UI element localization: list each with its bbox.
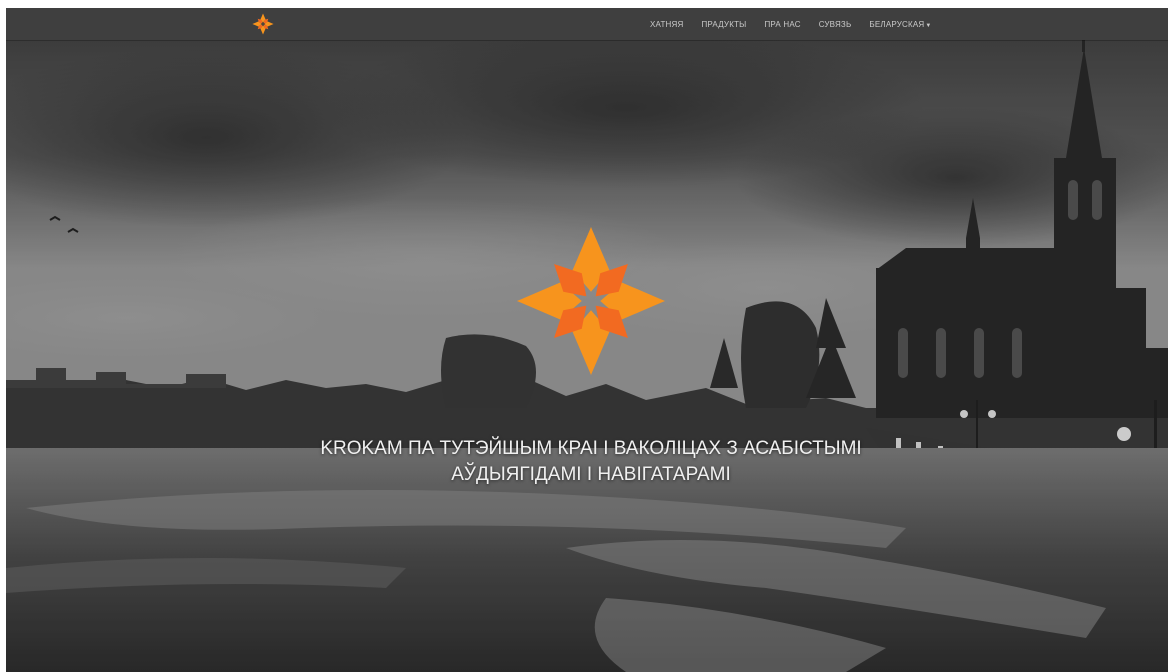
- nav-item-contact[interactable]: СУВЯЗЬ: [819, 20, 852, 29]
- tagline-line-1: KROKAM ПА ТУТЭЙШЫМ КРАІ І ВАКОЛІЦАХ З АС…: [320, 438, 862, 459]
- language-label: БЕЛАРУСКАЯ: [869, 19, 925, 29]
- hero-section: KROKAM ПА ТУТЭЙШЫМ КРАІ І ВАКОЛІЦАХ З АС…: [6, 8, 1168, 672]
- caret-down-icon: ▼: [925, 22, 932, 29]
- top-navbar: ХАТНЯЯ ПРАДУКТЫ ПРА НАС СУВЯЗЬ БЕЛАРУСКА…: [6, 8, 1168, 40]
- language-dropdown[interactable]: БЕЛАРУСКАЯ▼: [869, 20, 931, 29]
- nav-item-home[interactable]: ХАТНЯЯ: [650, 20, 683, 29]
- tagline-line-2: АЎДЫЯГІДАМІ І НАВІГАТАРАМІ: [451, 464, 731, 485]
- nav-menu: ХАТНЯЯ ПРАДУКТЫ ПРА НАС СУВЯЗЬ БЕЛАРУСКА…: [650, 8, 932, 40]
- star-ornament-icon: [517, 227, 665, 375]
- page-frame: KROKAM ПА ТУТЭЙШЫМ КРАІ І ВАКОЛІЦАХ З АС…: [6, 8, 1168, 672]
- hero-tagline: KROKAM ПА ТУТЭЙШЫМ КРАІ І ВАКОЛІЦАХ З АС…: [238, 436, 944, 488]
- star-ornament-icon[interactable]: [252, 13, 274, 35]
- nav-item-products[interactable]: ПРАДУКТЫ: [701, 20, 746, 29]
- nav-item-about[interactable]: ПРА НАС: [764, 20, 800, 29]
